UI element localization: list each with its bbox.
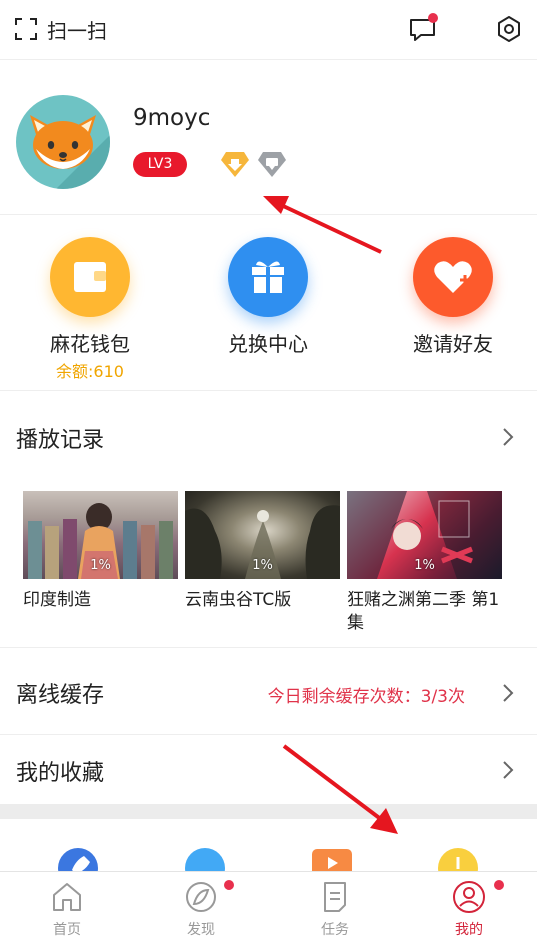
discover-icon xyxy=(186,882,216,912)
me-notification-dot xyxy=(494,880,504,890)
wallet-label: 麻花钱包 xyxy=(50,332,130,356)
chevron-right-icon xyxy=(503,761,514,779)
scan-label: 扫一扫 xyxy=(47,18,107,43)
tab-tasks-label: 任务 xyxy=(321,922,349,938)
username: 9moyc xyxy=(133,105,211,131)
avatar[interactable] xyxy=(16,95,110,189)
offline-cache-title: 离线缓存 xyxy=(16,683,105,708)
wallet-icon xyxy=(50,237,130,317)
profile-icon xyxy=(453,881,485,913)
tab-discover-label: 发现 xyxy=(187,922,215,938)
history-thumbnail: 1% xyxy=(23,491,178,579)
gift-icon xyxy=(228,237,308,317)
level-badge[interactable]: LV3 xyxy=(133,152,187,177)
profile-section[interactable]: 9moyc LV3 xyxy=(0,61,537,215)
home-icon xyxy=(53,883,81,911)
tab-tasks[interactable]: 任务 xyxy=(268,872,402,940)
gold-vip-gem-icon[interactable] xyxy=(220,150,250,178)
history-progress: 1% xyxy=(90,558,111,573)
history-thumbnail: 1% xyxy=(185,491,340,579)
tab-me[interactable]: 我的 xyxy=(402,872,536,940)
chevron-right-icon[interactable] xyxy=(501,427,515,447)
wallet-balance: 余额:610 xyxy=(56,362,124,381)
more-services-section xyxy=(0,819,537,871)
history-item[interactable]: 1% 印度制造 xyxy=(23,491,178,612)
history-title: 印度制造 xyxy=(23,590,91,610)
wallet-action[interactable]: 麻花钱包 余额:610 xyxy=(0,216,180,391)
history-progress: 1% xyxy=(252,558,273,573)
tab-me-label: 我的 xyxy=(455,922,483,938)
discover-notification-dot xyxy=(224,880,234,890)
settings-icon xyxy=(498,16,520,42)
play-history-title[interactable]: 播放记录 xyxy=(16,422,104,454)
bottom-tab-bar: 首页 发现 任务 我的 xyxy=(0,871,537,940)
messages-button[interactable] xyxy=(408,13,438,44)
rocket-icon[interactable] xyxy=(58,848,98,871)
scan-button[interactable]: 扫一扫 xyxy=(14,14,107,44)
me-page: 扫一扫 9moyc LV3 麻花钱包 余额:610 兑换中心 邀请好友 播放记录… xyxy=(0,0,537,940)
fox-avatar-icon xyxy=(30,115,110,189)
history-item[interactable]: 1% 云南虫谷TC版 xyxy=(185,491,340,612)
history-title: 狂赌之渊第二季 第1集 xyxy=(347,590,500,633)
heart-plus-icon xyxy=(413,237,493,317)
exchange-center-action[interactable]: 兑换中心 xyxy=(178,216,358,391)
bell-icon[interactable] xyxy=(185,848,225,871)
scan-icon xyxy=(15,18,37,40)
silver-vip-gem-icon[interactable] xyxy=(257,150,287,178)
tab-home[interactable]: 首页 xyxy=(0,872,134,940)
exchange-center-label: 兑换中心 xyxy=(228,332,308,356)
favorites-title: 我的收藏 xyxy=(16,761,105,786)
history-thumbnail: 1% xyxy=(347,491,502,579)
section-divider xyxy=(0,804,537,819)
offline-cache-remaining: 今日剩余缓存次数：3/3次 xyxy=(267,687,465,707)
top-bar: 扫一扫 xyxy=(0,0,537,60)
quick-actions: 麻花钱包 余额:610 兑换中心 邀请好友 xyxy=(0,216,537,391)
tab-discover[interactable]: 发现 xyxy=(134,872,268,940)
play-history-section: 播放记录 1% 印度制造 1% 云南虫谷TC版 1% 狂赌之渊第二季 第1集 xyxy=(0,392,537,648)
history-list: 1% 印度制造 1% 云南虫谷TC版 1% 狂赌之渊第二季 第1集 xyxy=(23,491,503,641)
history-item[interactable]: 1% 狂赌之渊第二季 第1集 xyxy=(347,491,502,635)
settings-button[interactable] xyxy=(494,14,524,44)
alert-icon[interactable] xyxy=(438,848,478,871)
favorites-row[interactable]: 我的收藏 xyxy=(0,736,537,804)
invite-friends-label: 邀请好友 xyxy=(413,332,493,356)
chevron-right-icon xyxy=(503,684,514,702)
tasks-icon xyxy=(324,882,346,912)
offline-cache-row[interactable]: 离线缓存 今日剩余缓存次数：3/3次 xyxy=(0,649,537,735)
tab-home-label: 首页 xyxy=(53,922,81,938)
history-title: 云南虫谷TC版 xyxy=(185,590,292,610)
video-icon[interactable] xyxy=(312,849,352,871)
history-progress: 1% xyxy=(414,558,435,573)
invite-friends-action[interactable]: 邀请好友 xyxy=(363,216,537,391)
message-notification-dot xyxy=(428,13,438,23)
